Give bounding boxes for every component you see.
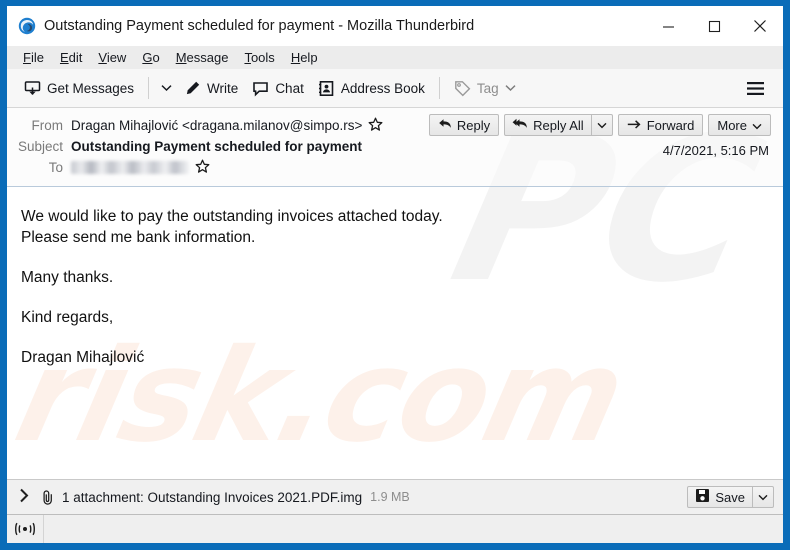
reply-all-split-button: Reply All [504,114,613,136]
menu-view[interactable]: View [90,48,134,67]
menu-view-rest: iew [106,50,127,65]
tag-chevron-down-icon[interactable] [505,84,516,92]
write-button[interactable]: Write [177,76,245,101]
address-book-button[interactable]: Address Book [311,76,432,101]
body-paragraph-1: We would like to pay the outstanding inv… [21,206,783,248]
address-book-icon [318,80,335,97]
menu-file[interactable]: File [15,48,52,67]
menu-help-rest: elp [300,50,318,65]
menu-file-rest: ile [30,50,44,65]
window-title: Outstanding Payment scheduled for paymen… [44,18,475,34]
subject-value: Outstanding Payment scheduled for paymen… [71,139,363,154]
to-value-redacted[interactable] [71,161,189,174]
body-paragraph-4: Dragan Mihajlović [21,349,145,366]
online-status-icon[interactable] [7,515,44,543]
message-body: We would like to pay the outstanding inv… [7,187,783,479]
reply-all-label: Reply All [533,117,584,133]
menu-go[interactable]: Go [134,48,167,67]
message-date: 4/7/2021, 5:16 PM [662,143,769,158]
from-value[interactable]: Dragan Mihajlović <dragana.milanov@simpo… [71,118,362,133]
maximize-button[interactable] [691,6,737,46]
write-label: Write [207,80,239,96]
app-menu-button[interactable] [742,76,769,101]
status-bar [7,514,783,543]
toolbar-divider-2 [438,77,440,99]
save-label: Save [715,489,745,505]
tag-button[interactable]: Tag [447,76,523,101]
message-actions: Reply Reply All Forward More [428,114,771,136]
menu-edit-rest: dit [68,50,83,65]
chat-button[interactable]: Chat [245,76,311,101]
menu-tools-rest: ools [250,50,275,65]
subject-label: Subject [17,139,63,154]
paperclip-icon [41,489,55,506]
attachment-summary[interactable]: 1 attachment: Outstanding Invoices 2021.… [62,490,362,505]
hamburger-icon [747,81,764,95]
from-label: From [31,118,64,133]
window-frame: PC risk.com Outstanding Payment schedule… [0,0,790,550]
thunderbird-icon [18,17,36,35]
body-paragraph-3: Kind regards, [21,309,114,326]
pencil-icon [184,80,201,97]
to-value-wrap [71,159,210,177]
reply-label: Reply [456,117,491,133]
reply-all-button[interactable]: Reply All [505,115,592,135]
main-toolbar: Get Messages Write Chat Address Book Tag [7,69,783,108]
to-label: To [48,160,63,175]
thunderbird-window: PC risk.com Outstanding Payment schedule… [7,6,783,543]
chat-bubble-icon [252,80,269,97]
address-book-label: Address Book [340,80,425,96]
attachment-expand-chevron-right-icon[interactable] [19,488,30,506]
more-button[interactable]: More [708,114,771,136]
close-button[interactable] [737,6,783,46]
save-dropdown[interactable] [753,487,773,507]
get-messages-button[interactable]: Get Messages [17,76,141,101]
body-line-1: We would like to pay the outstanding inv… [21,208,443,246]
save-button[interactable]: Save [688,487,753,507]
save-split-button: Save [687,486,774,508]
more-chevron-down-icon [752,118,762,133]
reply-arrow-icon [438,118,452,133]
get-messages-icon [24,80,41,97]
menu-go-rest: o [152,50,160,65]
forward-arrow-icon [627,118,642,133]
title-bar: Outstanding Payment scheduled for paymen… [7,6,783,46]
from-value-wrap: Dragan Mihajlović <dragana.milanov@simpo… [71,117,383,135]
attachment-size: 1.9 MB [370,490,410,504]
reply-button[interactable]: Reply [428,114,500,136]
menu-edit[interactable]: Edit [52,48,90,67]
menu-message-rest: essage [186,50,229,65]
more-label: More [717,117,747,133]
tag-icon [454,80,471,97]
reply-all-dropdown[interactable] [592,115,612,135]
forward-label: Forward [646,117,695,133]
to-row: To [7,157,783,178]
save-disk-icon [695,488,710,506]
get-messages-label: Get Messages [47,80,135,96]
to-star-icon[interactable] [195,159,210,177]
chat-label: Chat [275,80,304,96]
body-paragraph-2: Many thanks. [21,269,114,286]
menu-help[interactable]: Help [283,48,326,67]
attachment-save-split-button: Save [687,486,774,508]
menu-message[interactable]: Message [168,48,237,67]
from-star-icon[interactable] [368,117,383,135]
minimize-button[interactable] [645,6,691,46]
tag-label: Tag [476,80,499,96]
forward-button[interactable]: Forward [617,114,704,136]
window-controls [645,6,783,46]
menu-bar: File Edit View Go Message Tools Help [7,46,783,69]
menu-tools[interactable]: Tools [236,48,282,67]
reply-all-arrow-icon [512,118,528,133]
attachment-bar: 1 attachment: Outstanding Invoices 2021.… [7,479,783,514]
message-header: From Dragan Mihajlović <dragana.milanov@… [7,108,783,187]
get-messages-dropdown[interactable] [156,80,177,96]
toolbar-divider-1 [148,77,150,99]
